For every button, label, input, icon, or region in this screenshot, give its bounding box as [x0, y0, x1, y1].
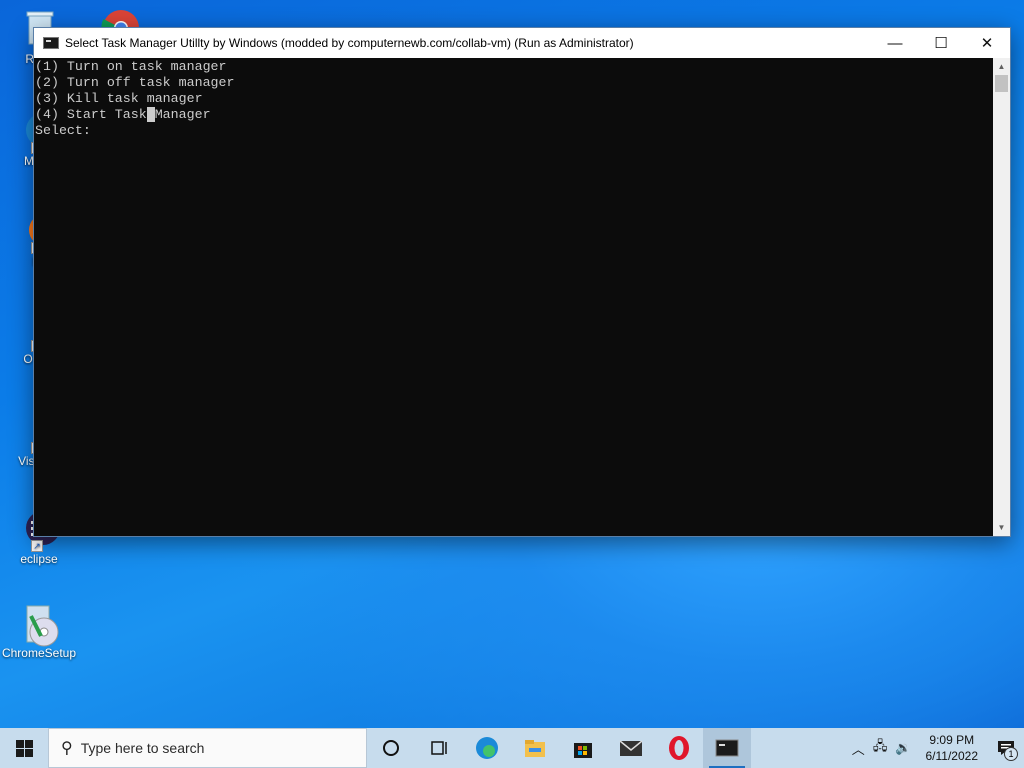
- console-output[interactable]: (1) Turn on task manager (2) Turn off tas…: [34, 58, 993, 536]
- taskbar-store[interactable]: [559, 728, 607, 768]
- console-line: (2) Turn off task manager: [35, 75, 235, 90]
- taskbar-edge[interactable]: [463, 728, 511, 768]
- network-icon[interactable]: 🖧: [869, 737, 892, 759]
- cmd-icon: [43, 37, 59, 49]
- system-tray: ︿ 🖧 🔉 9:09 PM 6/11/2022 1: [848, 728, 1024, 768]
- console-prompt: Select:: [35, 123, 91, 138]
- clock-time: 9:09 PM: [929, 733, 975, 747]
- shortcut-arrow-icon: ↗: [31, 540, 43, 552]
- console-line: (1) Turn on task manager: [35, 59, 227, 74]
- console-text: (4) Start Task: [35, 107, 147, 122]
- taskbar-mail[interactable]: [607, 728, 655, 768]
- store-icon: [574, 743, 592, 758]
- search-placeholder: Type here to search: [80, 740, 205, 756]
- clock-date: 6/11/2022: [925, 749, 979, 763]
- taskbar-clock[interactable]: 9:09 PM 6/11/2022: [916, 732, 989, 764]
- window-titlebar[interactable]: Select Task Manager Utillty by Windows (…: [34, 28, 1010, 58]
- cortana-icon: [383, 740, 399, 756]
- start-button[interactable]: [0, 728, 48, 768]
- notification-badge: 1: [1004, 747, 1018, 761]
- scroll-down-arrow-icon[interactable]: ▼: [993, 519, 1010, 536]
- close-button[interactable]: ✕: [964, 28, 1010, 58]
- task-view-icon: [431, 741, 447, 755]
- action-center-button[interactable]: 1: [988, 728, 1024, 768]
- text-cursor: [146, 107, 155, 122]
- mail-icon: [619, 740, 643, 756]
- desktop-icon-label: eclipse: [20, 552, 58, 566]
- opera-icon: [669, 736, 689, 760]
- edge-icon: [476, 737, 498, 759]
- desktop-icon-chromesetup[interactable]: ChromeSetup: [0, 600, 78, 660]
- taskbar: ⚲ Type here to search ︿ 🖧 🔉 9:09 PM 6/11…: [0, 728, 1024, 768]
- maximize-button[interactable]: ☐: [918, 28, 964, 58]
- installer-icon: [17, 600, 61, 647]
- scroll-up-arrow-icon[interactable]: ▲: [993, 58, 1010, 75]
- window-title: Select Task Manager Utillty by Windows (…: [65, 36, 634, 50]
- console-line: (3) Kill task manager: [35, 91, 203, 106]
- chevron-up-icon[interactable]: ︿: [848, 739, 869, 758]
- console-text: Manager: [154, 107, 211, 122]
- taskbar-opera[interactable]: [655, 728, 703, 768]
- console-window[interactable]: Select Task Manager Utillty by Windows (…: [33, 27, 1011, 537]
- volume-icon[interactable]: 🔉: [891, 740, 915, 756]
- vertical-scrollbar[interactable]: ▲ ▼: [993, 58, 1010, 536]
- cmd-icon: [715, 739, 739, 757]
- task-view-button[interactable]: [415, 728, 463, 768]
- file-explorer-icon: [525, 740, 545, 757]
- cortana-button[interactable]: [367, 728, 415, 768]
- taskbar-cmd[interactable]: [703, 728, 751, 768]
- search-icon: ⚲: [61, 740, 73, 757]
- console-line: (4) Start Task Manager: [35, 107, 993, 123]
- windows-logo-icon: [15, 739, 33, 757]
- taskbar-file-explorer[interactable]: [511, 728, 559, 768]
- scrollbar-thumb[interactable]: [995, 75, 1008, 92]
- minimize-button[interactable]: —: [872, 28, 918, 58]
- taskbar-search-box[interactable]: ⚲ Type here to search: [48, 728, 367, 768]
